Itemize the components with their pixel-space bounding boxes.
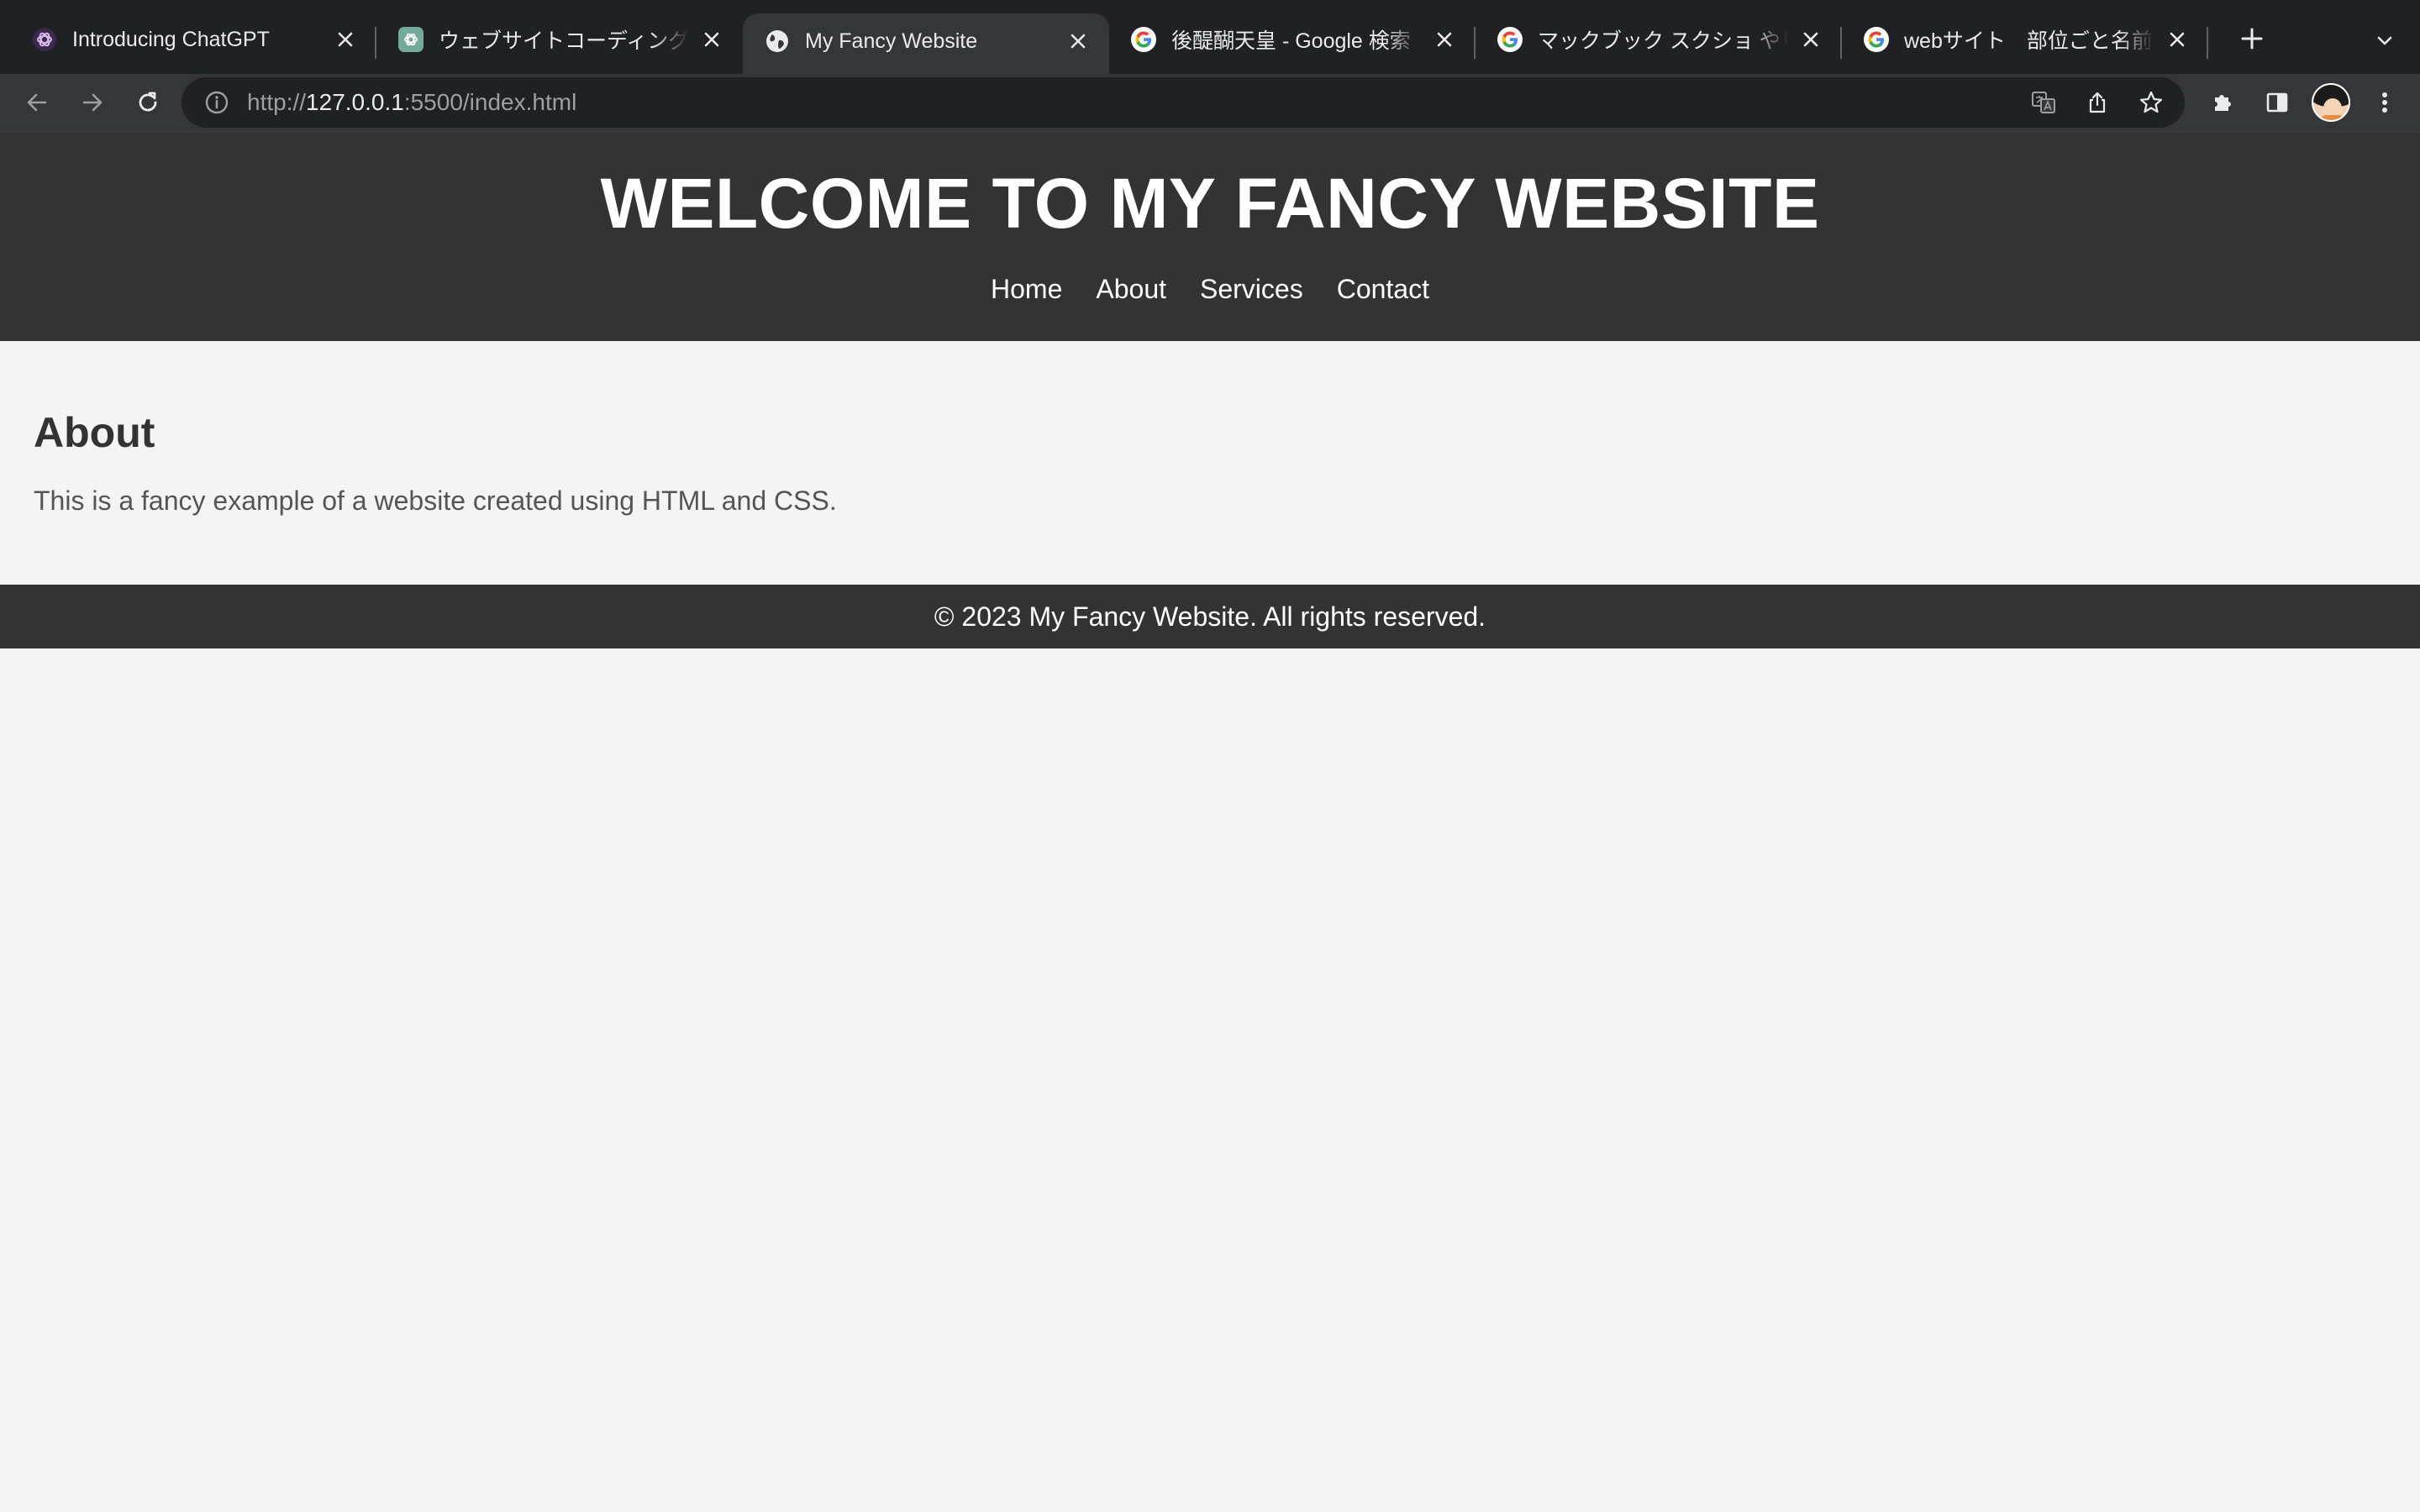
tab-search-button[interactable] bbox=[2368, 24, 2402, 57]
about-section: About This is a fancy example of a websi… bbox=[0, 341, 2420, 585]
close-icon[interactable] bbox=[1064, 27, 1092, 55]
tab-title: マックブック スクショ やり方 bbox=[1538, 29, 1788, 53]
extensions-puzzle-icon[interactable] bbox=[2202, 79, 2245, 126]
omnibox-actions bbox=[2023, 82, 2171, 123]
chevron-down-icon bbox=[2377, 36, 2392, 45]
tab-google-search-website-parts[interactable]: webサイト 部位ごと名前 - G bbox=[1842, 10, 2208, 69]
google-icon bbox=[1864, 27, 1889, 52]
url-path: :5500/index.html bbox=[403, 89, 577, 115]
tab-list: Introducing ChatGPT ウェブサイトコーディング教え bbox=[0, 0, 2208, 74]
tab-title: 後醍醐天皇 - Google 検索 bbox=[1171, 29, 1411, 53]
forward-button[interactable] bbox=[69, 79, 116, 126]
tab-google-search-godaigo[interactable]: 後醍醐天皇 - Google 検索 bbox=[1109, 10, 1476, 69]
google-icon bbox=[1131, 27, 1156, 52]
section-heading: About bbox=[34, 409, 155, 456]
avatar bbox=[2312, 83, 2350, 122]
new-tab-button[interactable] bbox=[2227, 13, 2277, 64]
back-button[interactable] bbox=[13, 79, 60, 126]
google-icon bbox=[1497, 27, 1523, 52]
tab-my-fancy-website[interactable]: My Fancy Website bbox=[743, 13, 1109, 74]
tab-website-coding[interactable]: ウェブサイトコーディング教え bbox=[376, 10, 743, 69]
close-icon[interactable] bbox=[1430, 25, 1459, 54]
arrow-left-icon bbox=[27, 93, 47, 112]
profile-button[interactable] bbox=[2309, 79, 2353, 126]
tab-title: Introducing ChatGPT bbox=[72, 27, 270, 51]
globe-icon bbox=[765, 29, 790, 54]
url-host: 127.0.0.1 bbox=[306, 89, 404, 115]
info-icon[interactable] bbox=[198, 84, 235, 121]
tab-introducing-chatgpt[interactable]: Introducing ChatGPT bbox=[10, 10, 376, 69]
side-panel-icon[interactable] bbox=[2255, 79, 2299, 126]
browser-tabstrip: Introducing ChatGPT ウェブサイトコーディング教え bbox=[0, 0, 2420, 74]
more-vertical-icon[interactable] bbox=[2363, 79, 2407, 126]
site-footer: © 2023 My Fancy Website. All rights rese… bbox=[0, 585, 2420, 648]
footer-copyright: © 2023 My Fancy Website. All rights rese… bbox=[934, 601, 1486, 632]
browser-toolbar: http://127.0.0.1:5500/index.html bbox=[0, 74, 2420, 131]
site-header: WELCOME TO MY FANCY WEBSITE Home About S… bbox=[0, 131, 2420, 341]
nav-link-home[interactable]: Home bbox=[991, 276, 1062, 302]
share-icon[interactable] bbox=[2077, 82, 2118, 123]
tab-title: ウェブサイトコーディング教え bbox=[439, 29, 689, 53]
reload-icon bbox=[139, 92, 157, 112]
url-scheme: http:// bbox=[247, 89, 307, 115]
reload-button[interactable] bbox=[124, 79, 171, 126]
plus-icon bbox=[2241, 28, 2263, 50]
nav-link-about[interactable]: About bbox=[1096, 276, 1166, 302]
page-viewport: WELCOME TO MY FANCY WEBSITE Home About S… bbox=[0, 131, 2420, 1512]
site-navigation: Home About Services Contact bbox=[0, 276, 2420, 302]
bookmark-star-icon[interactable] bbox=[2131, 82, 2171, 123]
close-icon[interactable] bbox=[1797, 25, 1825, 54]
translate-icon[interactable] bbox=[2023, 82, 2064, 123]
toolbar-actions bbox=[2202, 79, 2407, 126]
address-bar[interactable]: http://127.0.0.1:5500/index.html bbox=[182, 77, 2185, 128]
arrow-right-icon bbox=[82, 93, 103, 112]
close-icon[interactable] bbox=[697, 25, 726, 54]
nav-link-contact[interactable]: Contact bbox=[1337, 276, 1429, 302]
tab-separator bbox=[2207, 27, 2208, 59]
url-text[interactable]: http://127.0.0.1:5500/index.html bbox=[247, 89, 576, 116]
close-icon[interactable] bbox=[331, 25, 360, 54]
chatgpt-icon bbox=[398, 27, 424, 52]
tab-title: webサイト 部位ごと名前 - G bbox=[1904, 29, 2154, 53]
page-title: WELCOME TO MY FANCY WEBSITE bbox=[600, 164, 1820, 243]
section-paragraph: This is a fancy example of a website cre… bbox=[34, 486, 837, 516]
tab-google-search-macbook[interactable]: マックブック スクショ やり方 bbox=[1476, 10, 1842, 69]
nav-link-services[interactable]: Services bbox=[1200, 276, 1303, 302]
tab-title: My Fancy Website bbox=[805, 29, 978, 53]
close-icon[interactable] bbox=[2163, 25, 2191, 54]
openai-color-icon bbox=[32, 27, 57, 52]
